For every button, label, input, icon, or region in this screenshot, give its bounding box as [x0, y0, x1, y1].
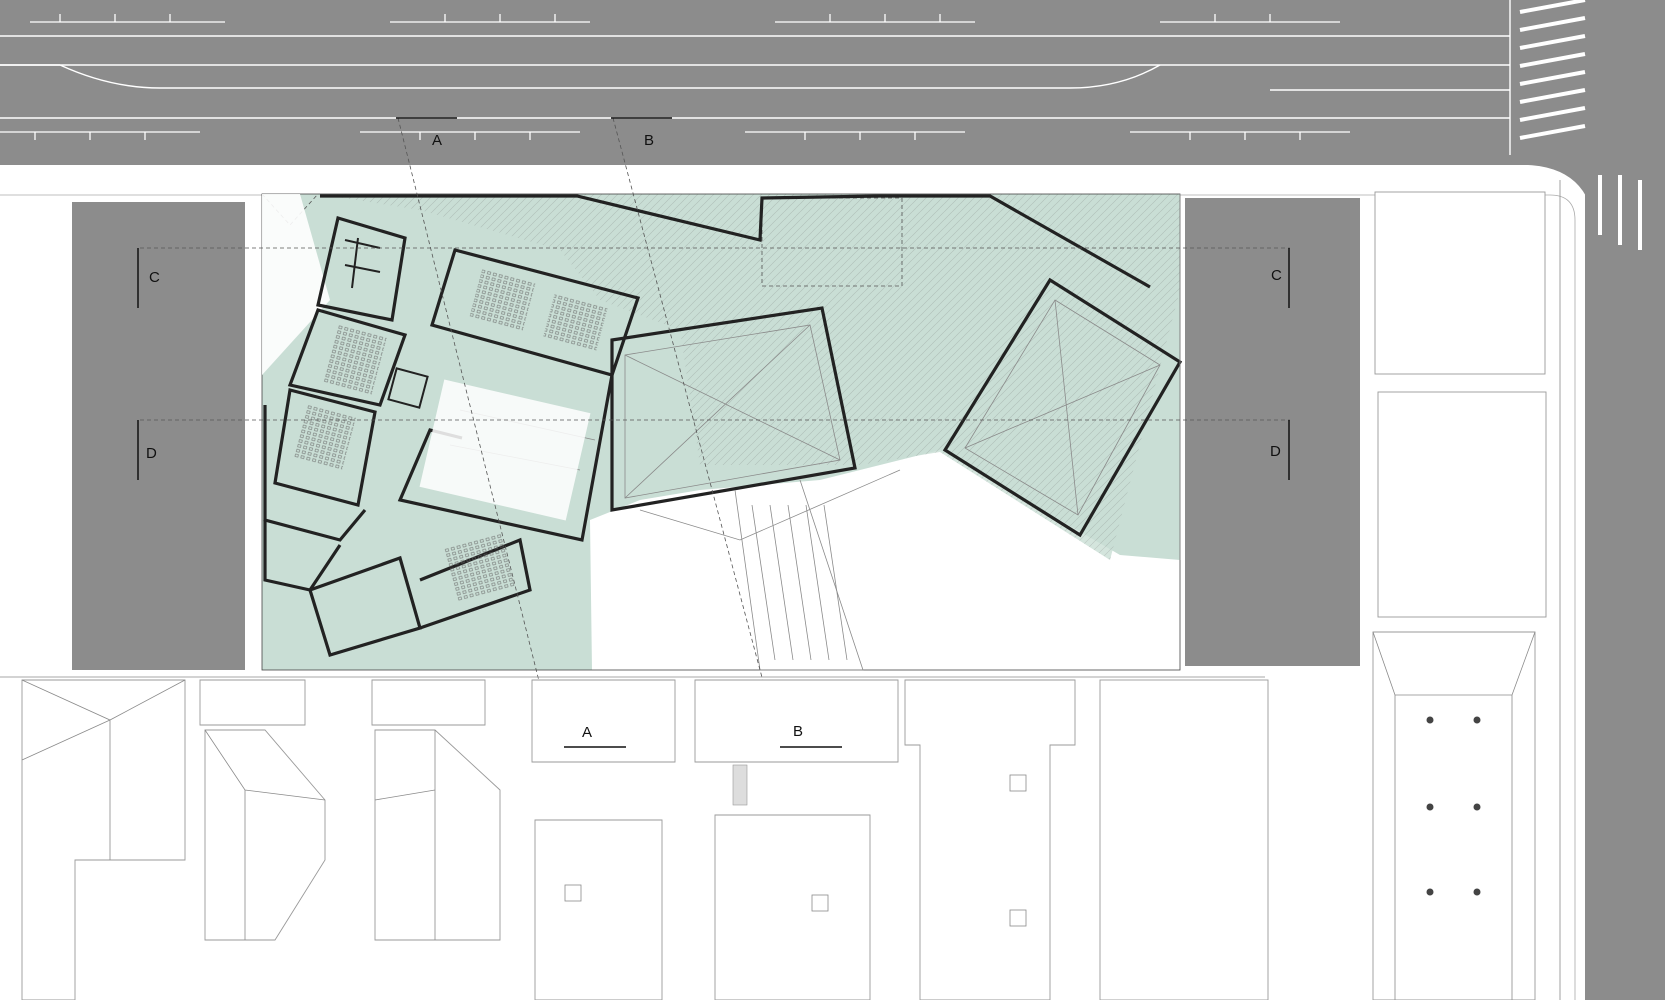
svg-text:A: A [432, 132, 442, 149]
svg-text:D: D [1270, 443, 1281, 460]
svg-text:B: B [793, 723, 803, 740]
svg-text:C: C [1271, 267, 1282, 284]
svg-text:C: C [149, 269, 160, 286]
svg-text:A: A [582, 724, 592, 741]
svg-text:D: D [146, 445, 157, 462]
svg-text:B: B [644, 132, 654, 149]
site-plan: A B C C D D A B [0, 0, 1665, 1000]
